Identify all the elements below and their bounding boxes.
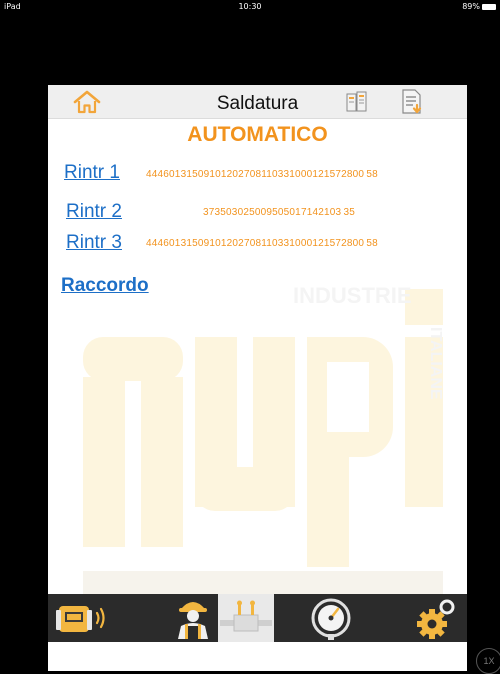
raccordo-link[interactable]: Raccordo bbox=[61, 275, 149, 297]
rintr-2-link[interactable]: Rintr 2 bbox=[66, 201, 122, 223]
rintr-3-code: 44460131509101202708110331000121572800 5… bbox=[146, 238, 378, 249]
header-bar: Saldatura bbox=[48, 85, 467, 119]
settings-gear-icon bbox=[417, 599, 455, 639]
tab-machine-connection[interactable] bbox=[55, 594, 111, 642]
pressure-gauge-icon bbox=[311, 598, 351, 640]
tab-pressure[interactable] bbox=[303, 594, 359, 642]
rintr-1-code: 44460131509101202708110331000121572800 5… bbox=[146, 169, 378, 180]
manual-button[interactable] bbox=[345, 89, 369, 115]
rintr-1-link[interactable]: Rintr 1 bbox=[64, 162, 120, 184]
bottom-tab-bar bbox=[48, 594, 467, 642]
tab-welding[interactable] bbox=[218, 594, 274, 642]
watermark-text-right: ITALIANE bbox=[427, 327, 443, 400]
battery-indicator: 89% bbox=[462, 2, 496, 11]
welding-machine-signal-icon bbox=[56, 606, 105, 632]
watermark-text-top: INDUSTRIE bbox=[293, 283, 412, 308]
export-button[interactable] bbox=[400, 88, 424, 116]
worker-icon bbox=[178, 602, 208, 639]
app-window: Saldatura INDUSTRIE ITALIANE AUTOMATICO … bbox=[48, 85, 467, 671]
nupi-watermark: INDUSTRIE ITALIANE bbox=[83, 283, 443, 601]
tab-operator[interactable] bbox=[165, 594, 221, 642]
tab-settings[interactable] bbox=[408, 594, 464, 642]
rintr-2-code: 373503025009505017142103 35 bbox=[203, 207, 356, 218]
clock: 10:30 bbox=[238, 2, 262, 11]
status-bar: iPad 10:30 89% bbox=[0, 0, 500, 14]
rintr-3-link[interactable]: Rintr 3 bbox=[66, 232, 122, 254]
content-area: INDUSTRIE ITALIANE AUTOMATICO Rintr 1 44… bbox=[48, 119, 467, 601]
mode-label: AUTOMATICO bbox=[187, 123, 328, 146]
battery-icon bbox=[482, 3, 496, 10]
fitting-welding-icon bbox=[220, 600, 272, 632]
battery-percent: 89% bbox=[462, 2, 480, 11]
book-icon bbox=[346, 91, 367, 112]
zoom-badge[interactable]: 1X bbox=[476, 648, 500, 674]
export-document-icon bbox=[402, 89, 422, 114]
